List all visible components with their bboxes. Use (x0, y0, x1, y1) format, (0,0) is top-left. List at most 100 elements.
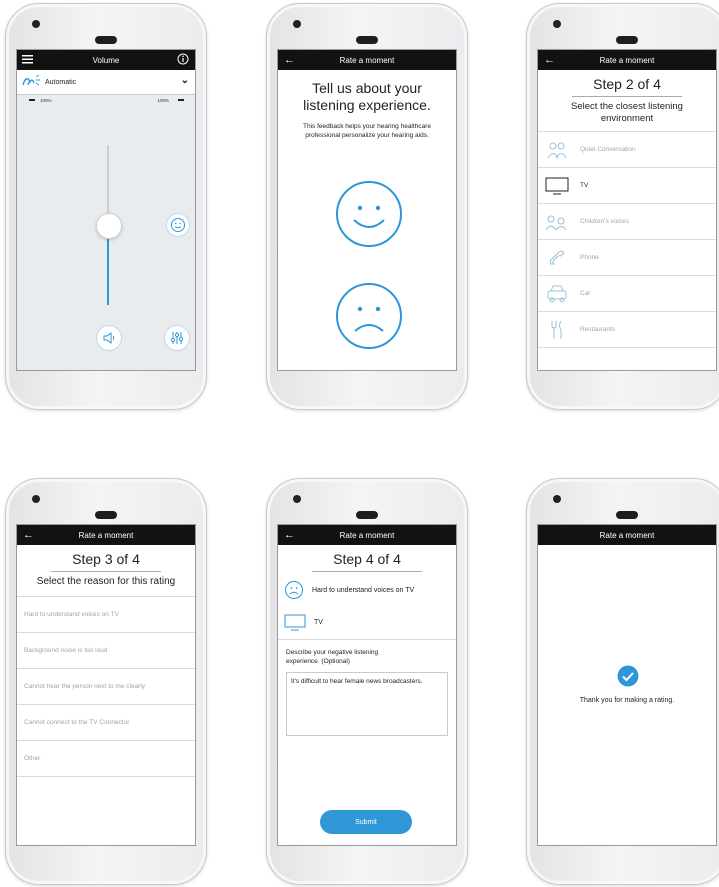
sad-face-icon (285, 581, 303, 599)
phone-step-3: ← Rate a moment Step 3 of 4 Select the r… (5, 478, 207, 885)
camera (293, 495, 301, 503)
list-item[interactable]: Cannot hear the person next to me clearl… (17, 669, 195, 705)
happy-face-button[interactable] (335, 180, 403, 253)
back-arrow-icon[interactable]: ← (284, 53, 295, 67)
chevron-down-icon[interactable]: ⌄ (181, 75, 189, 86)
sliders-icon (170, 332, 184, 344)
left-percent: 100% (40, 98, 52, 103)
thank-you-screen: Rate a moment Thank you for making a rat… (537, 524, 717, 846)
speaker (616, 511, 638, 519)
list-item[interactable]: Phone (538, 240, 716, 276)
selected-environment: TV (278, 600, 456, 640)
left-minus-icon[interactable] (29, 99, 35, 101)
header-title: Rate a moment (339, 55, 395, 65)
phone-step-4: ← Rate a moment Step 4 of 4 Hard to unde… (266, 478, 468, 885)
camera (32, 495, 40, 503)
environment-label: TV (314, 619, 323, 626)
mute-button[interactable] (96, 325, 122, 351)
people-icon (544, 139, 570, 161)
step-subtitle: Select the closest listening environment (571, 101, 683, 124)
menu-icon[interactable] (22, 54, 33, 66)
step-title: Step 4 of 4 (333, 551, 401, 567)
step3-screen: ← Rate a moment Step 3 of 4 Select the r… (16, 524, 196, 846)
list-item[interactable]: Cannot connect to the TV Connector (17, 705, 195, 741)
step4-screen: ← Rate a moment Step 4 of 4 Hard to unde… (277, 524, 457, 846)
list-item-label: Children's voices (580, 218, 629, 225)
volume-topbar: Volume (17, 50, 195, 70)
list-item-label: Phone (580, 254, 599, 261)
rate-topbar: Rate a moment (538, 525, 716, 545)
sad-face-icon (336, 283, 402, 349)
program-select[interactable]: Automatic ⌄ (17, 70, 195, 95)
comment-textarea[interactable]: It's difficult to hear female news broad… (286, 672, 448, 736)
submit-button[interactable]: Submit (320, 810, 412, 834)
reason-label: Hard to understand voices on TV (312, 586, 415, 594)
step2-screen: ← Rate a moment Step 2 of 4 Select the c… (537, 49, 717, 371)
tv-icon (544, 175, 570, 197)
camera (553, 495, 561, 503)
cutlery-icon (544, 319, 570, 341)
step-subtitle: Select the reason for this rating (36, 576, 176, 587)
title-divider (572, 96, 682, 97)
car-icon (544, 283, 570, 305)
camera (553, 20, 561, 28)
step-title: Step 3 of 4 (72, 551, 140, 567)
phone-step-2: ← Rate a moment Step 2 of 4 Select the c… (526, 3, 719, 410)
reason-list: Hard to understand voices on TV Backgrou… (17, 596, 195, 777)
camera (32, 20, 40, 28)
equalizer-button[interactable] (164, 325, 190, 351)
program-icon (21, 73, 41, 91)
right-percent: 100% (157, 98, 169, 103)
children-icon (544, 211, 570, 233)
list-item-label: Quiet Conversation (580, 146, 636, 153)
phone-volume: Volume Automatic ⌄ 100% 100% (5, 3, 207, 410)
rate-topbar: ← Rate a moment (278, 525, 456, 545)
speaker-icon (103, 332, 115, 344)
sad-face-button[interactable] (335, 282, 403, 355)
volume-title: Volume (92, 55, 120, 65)
speaker (616, 36, 638, 44)
camera (293, 20, 301, 28)
environment-list: Quiet Conversation TV Children's voices … (538, 131, 716, 348)
list-item[interactable]: Quiet Conversation (538, 132, 716, 168)
header-title: Rate a moment (599, 55, 655, 65)
happy-face-icon (336, 181, 402, 247)
header-title: Rate a moment (339, 530, 395, 540)
phone-thank-you: Rate a moment Thank you for making a rat… (526, 478, 719, 885)
speaker (356, 511, 378, 519)
title-divider (51, 571, 161, 572)
rate-topbar: ← Rate a moment (538, 50, 716, 70)
list-item-label: Car (580, 290, 591, 297)
list-item[interactable]: Restaurants (538, 312, 716, 348)
thank-you-message: Thank you for making a rating. (579, 697, 675, 704)
smiley-icon (171, 218, 185, 232)
speaker (95, 36, 117, 44)
list-item[interactable]: TV (538, 168, 716, 204)
volume-percentages: 100% 100% (17, 95, 195, 109)
list-item-label: TV (580, 182, 589, 189)
info-icon[interactable] (177, 53, 189, 67)
back-arrow-icon[interactable]: ← (544, 53, 555, 67)
list-item[interactable]: Children's voices (538, 204, 716, 240)
list-item[interactable]: Car (538, 276, 716, 312)
list-item[interactable]: Hard to understand voices on TV (17, 597, 195, 633)
volume-slider-handle[interactable] (96, 213, 122, 239)
description: This feedback helps your hearing healthc… (303, 123, 431, 139)
selected-reason: Hard to understand voices on TV (278, 572, 456, 600)
list-item[interactable]: Other (17, 741, 195, 777)
rate-topbar: ← Rate a moment (17, 525, 195, 545)
right-minus-icon[interactable] (178, 99, 184, 101)
header-title: Rate a moment (599, 530, 655, 540)
back-arrow-icon[interactable]: ← (23, 528, 34, 542)
list-item[interactable]: Background noise is too loud (17, 633, 195, 669)
rate-smiley-button[interactable] (166, 213, 190, 237)
checkmark-icon (617, 665, 639, 687)
rate-start-screen: ← Rate a moment Tell us about your liste… (277, 49, 457, 371)
submit-label: Submit (355, 818, 377, 826)
header-title: Rate a moment (78, 530, 134, 540)
phone-rate-start: ← Rate a moment Tell us about your liste… (266, 3, 468, 410)
rate-topbar: ← Rate a moment (278, 50, 456, 70)
speaker (356, 36, 378, 44)
speaker (95, 511, 117, 519)
back-arrow-icon[interactable]: ← (284, 528, 295, 542)
